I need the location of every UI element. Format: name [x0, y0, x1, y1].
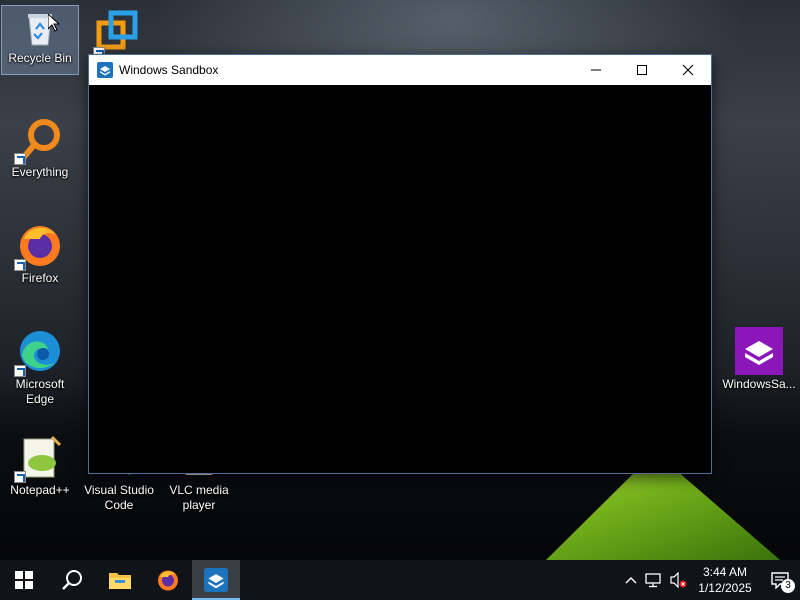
- shortcut-arrow-icon: [14, 153, 26, 165]
- desktop-icon-label: Visual Studio Code: [84, 483, 154, 512]
- desktop-icon-recycle-bin[interactable]: Recycle Bin: [1, 5, 79, 75]
- desktop-icon-firefox[interactable]: Firefox: [1, 217, 79, 286]
- desktop-icon-label: Recycle Bin: [8, 51, 72, 65]
- minimize-button[interactable]: [573, 55, 619, 85]
- folder-icon: [109, 573, 131, 589]
- desktop-icon-edge[interactable]: Microsoft Edge: [1, 323, 79, 407]
- show-hidden-icons-button[interactable]: [620, 560, 642, 600]
- clock-time: 3:44 AM: [702, 565, 747, 579]
- desktop-icon-label: VLC media player: [169, 483, 229, 512]
- desktop-icon-label: Microsoft Edge: [15, 377, 65, 406]
- desktop-icon-label: WindowsSa...: [722, 377, 796, 391]
- sandbox-content-area[interactable]: [89, 85, 711, 473]
- taskbar-windows-sandbox[interactable]: [192, 560, 240, 600]
- desktop-icon-label: Firefox: [21, 271, 59, 285]
- edge-icon: [14, 327, 64, 377]
- network-button[interactable]: [642, 560, 666, 600]
- window-controls: [573, 55, 711, 85]
- clock-button[interactable]: 3:44 AM 1/12/2025: [690, 560, 760, 600]
- desktop-icon-notepadpp[interactable]: Notepad++: [1, 429, 79, 498]
- shortcut-arrow-icon: [14, 471, 26, 483]
- windows-sandbox-icon: [204, 568, 228, 592]
- shortcut-arrow-icon: [14, 365, 26, 377]
- search-icon: [62, 570, 82, 590]
- volume-muted-icon: [670, 572, 687, 588]
- mouse-cursor-icon: [48, 14, 60, 32]
- volume-button[interactable]: [666, 560, 690, 600]
- vmware-icon: [93, 9, 143, 59]
- window-title: Windows Sandbox: [119, 63, 219, 77]
- windows-sandbox-window[interactable]: Windows Sandbox: [88, 54, 712, 474]
- windows-sandbox-icon: [735, 327, 783, 375]
- system-tray: 3:44 AM 1/12/2025 3: [620, 560, 800, 600]
- desktop-icon-vmware[interactable]: [80, 5, 158, 59]
- taskbar-firefox[interactable]: [144, 560, 192, 600]
- desktop-icon-label: Everything: [11, 165, 69, 179]
- desktop-icon-windows-sandbox[interactable]: WindowsSa...: [720, 323, 798, 392]
- taskbar: 3:44 AM 1/12/2025 3: [0, 560, 800, 600]
- minimize-icon: [591, 69, 601, 71]
- desktop-icon-everything[interactable]: Everything: [1, 111, 79, 180]
- maximize-button[interactable]: [619, 55, 665, 85]
- close-icon: [682, 64, 694, 76]
- notification-count-badge: 3: [781, 579, 795, 593]
- taskbar-file-explorer[interactable]: [96, 560, 144, 600]
- windows-sandbox-icon: [97, 62, 113, 78]
- window-titlebar[interactable]: Windows Sandbox: [89, 55, 711, 85]
- shortcut-arrow-icon: [14, 259, 26, 271]
- chevron-up-icon: [625, 577, 637, 584]
- start-button[interactable]: [0, 560, 48, 600]
- clock-date: 1/12/2025: [698, 581, 752, 595]
- action-center-button[interactable]: 3: [760, 560, 800, 600]
- maximize-icon: [637, 65, 647, 75]
- notepadpp-icon: [14, 433, 64, 483]
- everything-icon: [14, 115, 64, 165]
- firefox-icon: [14, 221, 64, 271]
- network-icon: [645, 573, 661, 588]
- search-button[interactable]: [48, 560, 96, 600]
- desktop-background: Recycle Bin Everything Firefox Microsoft…: [0, 0, 800, 560]
- desktop-icon-label: Notepad++: [10, 483, 70, 497]
- windows-logo-icon: [15, 571, 33, 589]
- firefox-icon: [158, 570, 178, 591]
- close-button[interactable]: [665, 55, 711, 85]
